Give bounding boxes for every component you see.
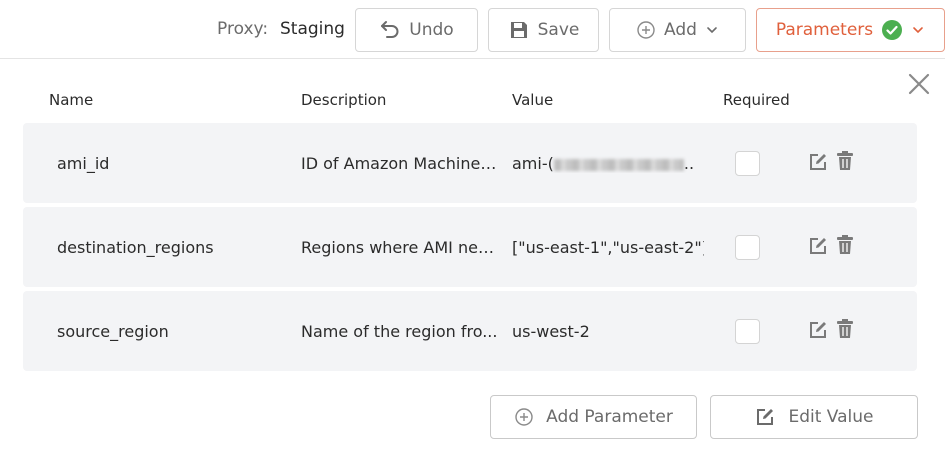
parameters-label: Parameters xyxy=(775,20,874,40)
parameter-value-prefix: ami-( xyxy=(512,154,554,173)
trash-icon[interactable] xyxy=(836,150,854,172)
edit-icon xyxy=(757,409,774,425)
edit-value-label: Edit Value xyxy=(788,407,874,427)
save-icon xyxy=(510,22,527,38)
parameter-description: ID of Amazon Machine I... xyxy=(301,154,499,173)
required-checkbox[interactable] xyxy=(735,151,760,176)
column-header-description: Description xyxy=(301,91,387,109)
chevron-down-icon xyxy=(707,27,717,34)
trash-icon[interactable] xyxy=(836,318,854,340)
undo-icon xyxy=(381,21,399,38)
edit-icon[interactable] xyxy=(807,151,829,173)
parameter-name: destination_regions xyxy=(57,238,214,257)
parameters-panel: Name Description Value Required ami_id I… xyxy=(0,58,945,464)
parameter-name: ami_id xyxy=(57,154,110,173)
redacted-value xyxy=(553,158,684,171)
parameter-value: us-west-2 xyxy=(512,322,590,341)
parameter-description: Regions where AMI nee... xyxy=(301,238,499,257)
parameters-dropdown-button[interactable]: Parameters xyxy=(756,8,945,52)
add-parameter-button[interactable]: Add Parameter xyxy=(490,395,697,439)
add-label: Add xyxy=(664,20,697,40)
edit-icon[interactable] xyxy=(807,235,829,257)
parameter-value: ["us-east-1","us-east-2"] xyxy=(512,238,704,257)
column-header-name: Name xyxy=(49,91,94,109)
table-row: destination_regions Regions where AMI ne… xyxy=(23,207,917,287)
edit-value-button[interactable]: Edit Value xyxy=(710,395,918,439)
column-header-required: Required xyxy=(723,91,790,109)
add-parameter-label: Add Parameter xyxy=(546,407,673,427)
add-dropdown-button[interactable]: Add xyxy=(609,8,746,52)
chevron-down-icon xyxy=(913,27,923,34)
save-button[interactable]: Save xyxy=(488,8,599,52)
table-row: source_region Name of the region fro... … xyxy=(23,291,917,371)
close-icon[interactable] xyxy=(906,71,932,97)
parameter-value: ami-(.. xyxy=(512,154,704,173)
edit-icon[interactable] xyxy=(807,319,829,341)
undo-button[interactable]: Undo xyxy=(355,8,478,52)
top-toolbar: Proxy: Staging Undo Save Add Parameters xyxy=(0,0,945,58)
parameter-value-suffix: .. xyxy=(683,154,695,173)
column-header-value: Value xyxy=(512,91,554,109)
parameter-name: source_region xyxy=(57,322,169,341)
required-checkbox[interactable] xyxy=(735,319,760,344)
save-label: Save xyxy=(537,20,580,40)
undo-label: Undo xyxy=(409,20,454,40)
plus-circle-icon xyxy=(515,408,533,426)
proxy-label: Proxy: xyxy=(217,19,269,39)
required-checkbox[interactable] xyxy=(735,235,760,260)
plus-circle-icon xyxy=(637,21,655,39)
trash-icon[interactable] xyxy=(836,234,854,256)
check-circle-icon xyxy=(882,20,903,40)
proxy-value: Staging xyxy=(280,19,345,39)
table-row: ami_id ID of Amazon Machine I... ami-(.. xyxy=(23,123,917,203)
parameter-description: Name of the region fro... xyxy=(301,322,498,341)
